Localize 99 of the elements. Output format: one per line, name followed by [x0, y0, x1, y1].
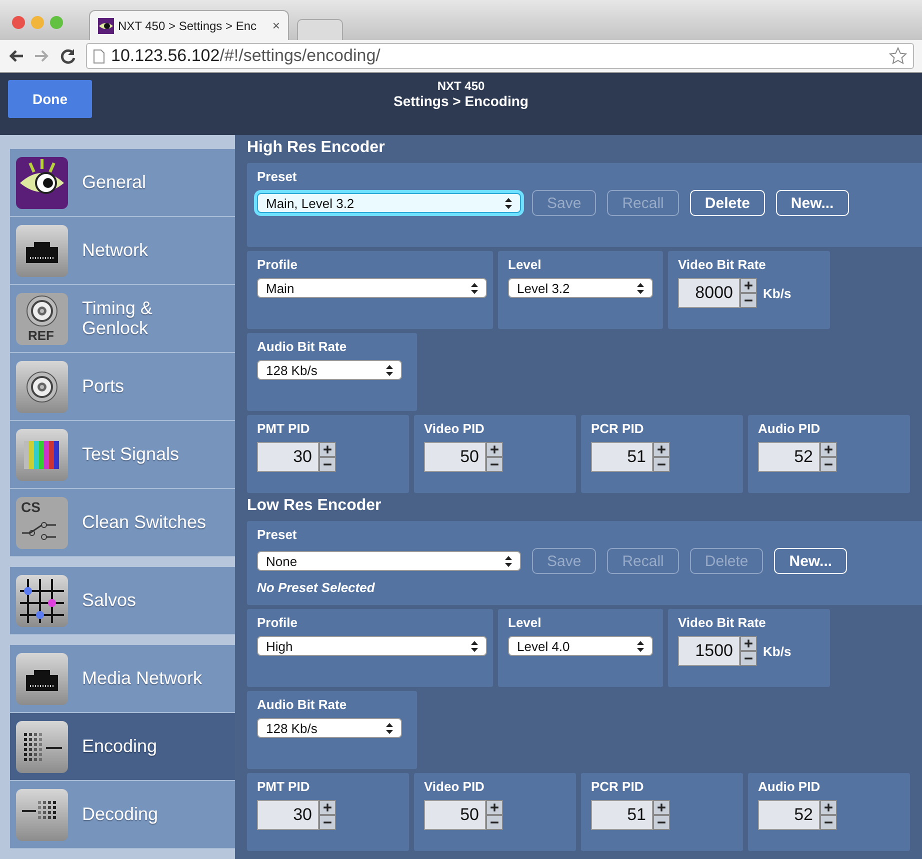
decrement-icon[interactable]: [820, 815, 837, 830]
number-field[interactable]: 30: [257, 442, 319, 472]
select-arrows-icon: [471, 640, 478, 652]
connector-ref-icon: REF: [16, 292, 68, 344]
increment-icon[interactable]: [740, 278, 757, 293]
sidebar-item[interactable]: CS Clean Switches: [10, 489, 235, 557]
number-field[interactable]: 52: [758, 800, 820, 830]
number-field[interactable]: 51: [591, 442, 653, 472]
color-bars-icon: [16, 428, 68, 480]
decrement-icon[interactable]: [486, 815, 503, 830]
dropdown[interactable]: Level 4.0: [508, 636, 653, 656]
url-text: 10.123.56.102/#!/settings/encoding/: [111, 46, 380, 66]
device-name: NXT 450: [437, 79, 485, 93]
unit-label: Kb/s: [763, 644, 792, 658]
number-field[interactable]: 50: [424, 442, 486, 472]
sidebar-item[interactable]: REF Timing & Genlock: [10, 285, 235, 353]
field-label: PCR PID: [591, 779, 645, 794]
increment-icon[interactable]: [820, 442, 837, 457]
dropdown[interactable]: 128 Kb/s: [257, 360, 402, 380]
ethernet-port-icon: [16, 652, 68, 704]
connector-icon: [16, 360, 68, 412]
eye-icon: [16, 156, 68, 208]
page-icon: [93, 48, 105, 64]
preset-dropdown[interactable]: None: [257, 551, 521, 571]
unit-label: Kb/s: [763, 286, 792, 300]
section-title: Low Res Encoder: [247, 496, 382, 516]
field-label: Audio PID: [758, 779, 822, 794]
field-label: PMT PID: [257, 421, 311, 436]
increment-icon[interactable]: [486, 800, 503, 815]
select-arrows-icon: [505, 556, 512, 566]
field-label: Level: [508, 615, 542, 630]
preset-button[interactable]: New...: [774, 548, 848, 574]
page-title: Settings > Encoding: [394, 93, 528, 109]
decrement-icon[interactable]: [740, 651, 757, 666]
field-label: Video Bit Rate: [678, 615, 767, 630]
decrement-icon[interactable]: [740, 293, 757, 308]
field-label: Audio PID: [758, 421, 822, 436]
section-title: High Res Encoder: [247, 138, 386, 158]
decrement-icon[interactable]: [820, 457, 837, 472]
field-label: Preset: [257, 527, 298, 542]
star-icon[interactable]: [889, 47, 907, 65]
decrement-icon[interactable]: [319, 457, 336, 472]
field-label: PCR PID: [591, 421, 645, 436]
close-window-icon[interactable]: [12, 16, 25, 28]
browser-tab[interactable]: NXT 450 > Settings > Enc ×: [89, 10, 289, 40]
number-field[interactable]: 50: [424, 800, 486, 830]
field-label: Preset: [257, 169, 298, 184]
tab-title: NXT 450 > Settings > Enc: [118, 18, 258, 32]
reload-icon[interactable]: [60, 48, 76, 64]
decrement-icon[interactable]: [653, 815, 670, 830]
ethernet-port-icon: [16, 224, 68, 276]
tab-close[interactable]: ×: [272, 18, 280, 33]
increment-icon[interactable]: [653, 442, 670, 457]
switch-cs-icon: CS: [16, 496, 68, 548]
field-label: Level: [508, 257, 542, 272]
dot-matrix-icon: [16, 788, 68, 840]
preset-button[interactable]: Delete: [690, 190, 765, 216]
increment-icon[interactable]: [486, 442, 503, 457]
select-arrows-icon: [637, 640, 644, 652]
increment-icon[interactable]: [740, 636, 757, 651]
decrement-icon[interactable]: [319, 815, 336, 830]
increment-icon[interactable]: [319, 442, 336, 457]
number-field[interactable]: 52: [758, 442, 820, 472]
back-arrow-icon[interactable]: [8, 49, 24, 63]
field-label: Profile: [257, 615, 298, 630]
select-arrows-icon: [386, 364, 393, 376]
dropdown[interactable]: High: [257, 636, 487, 656]
number-field[interactable]: 8000: [678, 278, 740, 308]
number-field[interactable]: 51: [591, 800, 653, 830]
decrement-icon[interactable]: [486, 457, 503, 472]
field-label: Video Bit Rate: [678, 257, 767, 272]
field-label: Video PID: [424, 779, 486, 794]
increment-icon[interactable]: [319, 800, 336, 815]
dropdown[interactable]: Main: [257, 278, 487, 298]
increment-icon[interactable]: [820, 800, 837, 815]
number-field[interactable]: 1500: [678, 636, 740, 666]
field-label: Profile: [257, 257, 298, 272]
field-label: PMT PID: [257, 779, 311, 794]
address-bar[interactable]: 10.123.56.102/#!/settings/encoding/: [86, 43, 914, 69]
increment-icon[interactable]: [653, 800, 670, 815]
preset-dropdown[interactable]: Main, Level 3.2: [257, 193, 521, 213]
field-label: Video PID: [424, 421, 486, 436]
dot-matrix-icon: [16, 720, 68, 772]
select-arrows-icon: [637, 282, 644, 294]
sidebar-item[interactable]: Encoding: [10, 713, 235, 781]
dropdown[interactable]: Level 3.2: [508, 278, 653, 298]
crosspoint-grid-icon: [16, 574, 68, 626]
field-label: Audio Bit Rate: [257, 697, 348, 712]
preset-note: No Preset Selected: [257, 580, 376, 595]
select-arrows-icon: [505, 198, 512, 208]
eye-icon: [98, 18, 114, 34]
done-button[interactable]: Done: [8, 80, 92, 118]
number-field[interactable]: 30: [257, 800, 319, 830]
select-arrows-icon: [386, 722, 393, 734]
dropdown[interactable]: 128 Kb/s: [257, 718, 402, 738]
preset-button[interactable]: New...: [776, 190, 849, 216]
select-arrows-icon: [471, 282, 478, 294]
decrement-icon[interactable]: [653, 457, 670, 472]
field-label: Audio Bit Rate: [257, 339, 348, 354]
